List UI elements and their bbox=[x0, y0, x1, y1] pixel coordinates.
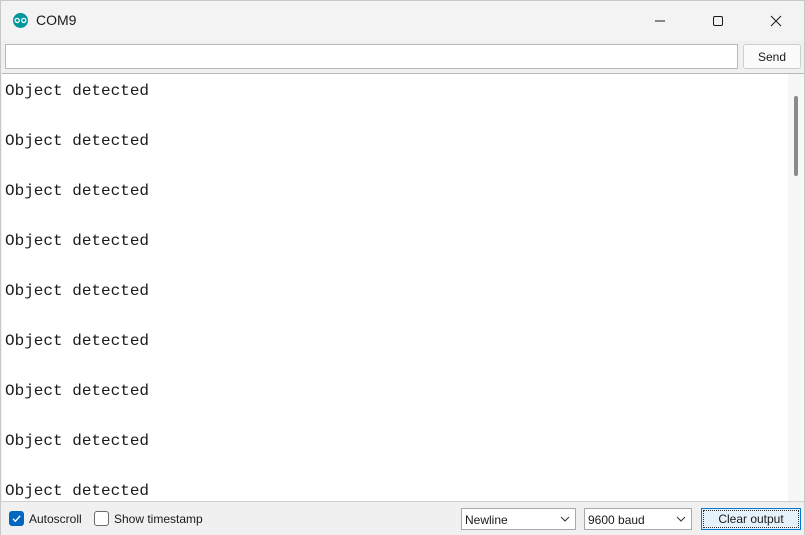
serial-monitor-window: COM9 Send Object detected Object detected… bbox=[0, 0, 805, 535]
autoscroll-label[interactable]: Autoscroll bbox=[29, 512, 82, 526]
maximize-button[interactable] bbox=[689, 1, 747, 41]
close-icon bbox=[770, 15, 782, 27]
chevron-down-icon bbox=[676, 516, 686, 522]
output-line: Object detected bbox=[5, 432, 150, 450]
vertical-scrollbar[interactable] bbox=[788, 74, 804, 501]
output-line: Object detected bbox=[5, 282, 150, 300]
line-ending-select[interactable]: Newline bbox=[461, 508, 576, 530]
show-timestamp-label[interactable]: Show timestamp bbox=[114, 512, 203, 526]
chevron-down-icon bbox=[560, 516, 570, 522]
scrollbar-thumb[interactable] bbox=[794, 96, 798, 176]
title-bar: COM9 bbox=[1, 1, 804, 41]
baud-rate-value: 9600 baud bbox=[588, 513, 645, 527]
output-line: Object detected bbox=[5, 482, 150, 500]
output-line: Object detected bbox=[5, 132, 150, 150]
line-ending-value: Newline bbox=[465, 513, 508, 527]
window-title: COM9 bbox=[36, 12, 77, 28]
clear-output-button[interactable]: Clear output bbox=[701, 508, 801, 530]
arduino-icon bbox=[13, 13, 28, 28]
output-line: Object detected bbox=[5, 82, 150, 100]
status-bar: Autoscroll Show timestamp Newline 9600 b… bbox=[1, 501, 804, 535]
output-line: Object detected bbox=[5, 382, 150, 400]
serial-send-input[interactable] bbox=[5, 44, 738, 69]
minimize-icon bbox=[655, 20, 665, 22]
output-line: Object detected bbox=[5, 232, 150, 250]
send-button[interactable]: Send bbox=[743, 44, 801, 69]
serial-output[interactable]: Object detected Object detected Object det… bbox=[2, 73, 804, 501]
autoscroll-checkbox[interactable] bbox=[9, 511, 24, 526]
close-button[interactable] bbox=[747, 1, 805, 41]
minimize-button[interactable] bbox=[631, 1, 689, 41]
output-lines: Object detected Object detected Object det… bbox=[5, 82, 149, 501]
show-timestamp-checkbox[interactable] bbox=[94, 511, 109, 526]
send-row: Send bbox=[1, 41, 804, 73]
checkmark-icon bbox=[12, 515, 21, 523]
baud-rate-select[interactable]: 9600 baud bbox=[584, 508, 692, 530]
maximize-icon bbox=[713, 16, 723, 26]
output-line: Object detected bbox=[5, 182, 150, 200]
output-line: Object detected bbox=[5, 332, 150, 350]
